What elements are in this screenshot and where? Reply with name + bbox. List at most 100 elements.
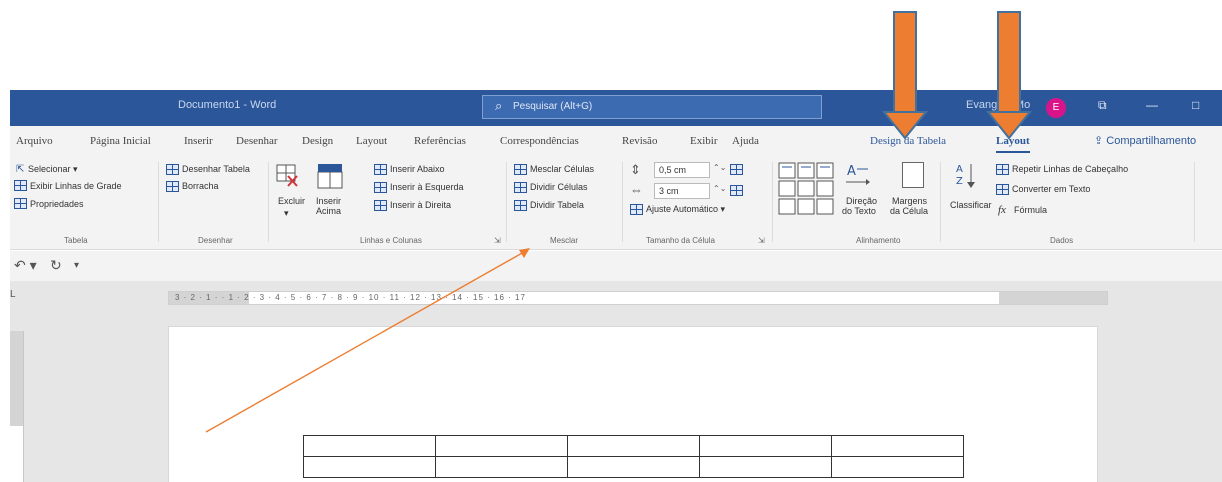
classificar-button[interactable]: Classificar [950, 200, 992, 210]
table-cell[interactable] [831, 456, 964, 478]
table-cell[interactable] [699, 456, 832, 478]
formula-button[interactable]: Fórmula [1014, 205, 1047, 215]
share-button[interactable]: ⇪ Compartilhamento [1094, 134, 1196, 147]
group-separator [772, 162, 773, 242]
dividir-celulas-button[interactable]: Dividir Células [530, 182, 588, 192]
tab-layout[interactable]: Layout [356, 135, 387, 147]
redo-icon[interactable]: ↻ [50, 257, 62, 274]
autofit-icon [630, 204, 643, 215]
direcao-texto-label-1[interactable]: Direção [846, 196, 877, 206]
group-tamanho-celula: Tamanho da Célula [646, 236, 715, 245]
table-cell[interactable] [435, 435, 568, 457]
minimize-icon[interactable]: — [1146, 98, 1158, 112]
ribbon-display-options-icon[interactable]: ⧉ [1098, 98, 1107, 113]
user-name[interactable]: Evangela Mo [966, 99, 1030, 111]
group-desenhar: Desenhar [198, 236, 233, 245]
tab-layout-tabela[interactable]: Layout [996, 135, 1030, 153]
table-cell[interactable] [831, 435, 964, 457]
search-icon: ⌕ [495, 98, 503, 113]
search-placeholder: Pesquisar (Alt+G) [513, 101, 593, 112]
split-table-icon [514, 200, 527, 211]
document-table[interactable] [303, 435, 964, 478]
share-icon: ⇪ [1094, 135, 1104, 147]
table-cell[interactable] [567, 435, 700, 457]
group-tabela: Tabela [64, 236, 88, 245]
ruler-numbers: 3 · 2 · 1 · · 1 · 2 · 3 · 4 · 5 · 6 · 7 … [175, 293, 526, 302]
inserir-abaixo-button[interactable]: Inserir Abaixo [390, 164, 445, 174]
table-cell[interactable] [699, 435, 832, 457]
vertical-ruler[interactable] [10, 331, 24, 482]
desenhar-tabela-button[interactable]: Desenhar Tabela [182, 164, 250, 174]
row-height-spinner[interactable]: ⌃⌄ [713, 163, 726, 172]
group-separator [506, 162, 507, 242]
table-cell[interactable] [435, 456, 568, 478]
tamanho-celula-launcher-icon[interactable]: ⇲ [758, 236, 765, 245]
customize-toolbar-icon[interactable]: ▾ [74, 260, 79, 271]
fx-icon: fx [998, 204, 1006, 216]
borracha-button[interactable]: Borracha [182, 181, 219, 191]
maximize-icon[interactable]: □ [1192, 98, 1199, 112]
tab-arquivo[interactable]: Arquivo [16, 135, 53, 147]
linhas-colunas-launcher-icon[interactable]: ⇲ [494, 236, 501, 245]
ajuste-automatico-button[interactable]: Ajuste Automático ▾ [646, 204, 725, 215]
avatar[interactable]: E [1046, 98, 1066, 118]
table-row [303, 456, 964, 478]
tab-revisao[interactable]: Revisão [622, 135, 657, 147]
margens-celula-label-1[interactable]: Margens [892, 196, 927, 206]
distribute-columns-icon[interactable] [730, 185, 743, 196]
tab-inserir[interactable]: Inserir [184, 135, 213, 147]
search-box[interactable]: ⌕ Pesquisar (Alt+G) [482, 95, 822, 119]
distribute-rows-icon[interactable] [730, 164, 743, 175]
column-width-spinner[interactable]: ⌃⌄ [713, 184, 726, 193]
convert-text-icon [996, 184, 1009, 195]
table-cell[interactable] [303, 456, 436, 478]
vertical-ruler-text-area [10, 426, 23, 482]
quick-access-toolbar: ↶ ▾ ↻ ▾ [10, 251, 1222, 281]
sort-icon: A Z [956, 164, 975, 188]
group-linhas-colunas: Linhas e Colunas [360, 236, 422, 245]
group-mesclar: Mesclar [550, 236, 579, 245]
tab-correspondencias[interactable]: Correspondências [500, 135, 579, 147]
tab-selector-icon[interactable]: L [10, 289, 16, 300]
document-workspace: L 3 · 2 · 1 · · 1 · 2 · 3 · 4 · 5 · 6 · … [10, 281, 1222, 482]
inserir-acima-label-1[interactable]: Inserir [316, 196, 341, 206]
propriedades-button[interactable]: Propriedades [30, 199, 84, 209]
undo-icon[interactable]: ↶ ▾ [14, 257, 37, 274]
row-height-field[interactable]: 0,5 cm [654, 162, 710, 178]
title-bar: Documento1 - Word ⌕ Pesquisar (Alt+G) Ev… [10, 90, 1222, 126]
dividir-tabela-button[interactable]: Dividir Tabela [530, 200, 584, 210]
screenshot-stage: Documento1 - Word ⌕ Pesquisar (Alt+G) Ev… [0, 0, 1222, 482]
direcao-texto-label-2[interactable]: do Texto [842, 206, 876, 216]
excluir-button[interactable]: Excluir [278, 196, 305, 206]
properties-icon [14, 198, 27, 209]
column-width-field[interactable]: 3 cm [654, 183, 710, 199]
selecionar-button[interactable]: Selecionar ▾ [28, 164, 78, 175]
repetir-linhas-button[interactable]: Repetir Linhas de Cabeçalho [1012, 164, 1128, 174]
mesclar-celulas-button[interactable]: Mesclar Células [530, 164, 594, 174]
tab-design[interactable]: Design [302, 135, 333, 147]
tab-ajuda[interactable]: Ajuda [732, 135, 759, 147]
tab-pagina-inicial[interactable]: Página Inicial [90, 135, 151, 147]
tab-design-da-tabela[interactable]: Design da Tabela [870, 135, 946, 147]
insert-below-icon [374, 164, 387, 175]
margens-celula-label-2[interactable]: da Célula [890, 206, 928, 216]
group-separator [268, 162, 269, 242]
horizontal-ruler[interactable]: 3 · 2 · 1 · · 1 · 2 · 3 · 4 · 5 · 6 · 7 … [168, 291, 1108, 305]
tab-referencias[interactable]: Referências [414, 135, 466, 147]
inserir-acima-label-2[interactable]: Acima [316, 206, 341, 216]
document-page[interactable] [168, 326, 1098, 482]
alignment-grid-icon[interactable] [778, 162, 838, 216]
table-cell[interactable] [567, 456, 700, 478]
tab-exibir[interactable]: Exibir [690, 135, 718, 147]
inserir-esquerda-button[interactable]: Inserir à Esquerda [390, 182, 464, 192]
tab-desenhar[interactable]: Desenhar [236, 135, 278, 147]
merge-cells-icon [514, 164, 527, 175]
group-alinhamento: Alinhamento [856, 236, 901, 245]
excluir-caret-icon[interactable]: ▾ [284, 208, 289, 219]
converter-texto-button[interactable]: Converter em Texto [1012, 184, 1090, 194]
table-cell[interactable] [303, 435, 436, 457]
grid-icon [14, 180, 27, 191]
row-height-icon: ⇕ [630, 162, 641, 177]
inserir-direita-button[interactable]: Inserir à Direita [390, 200, 451, 210]
exibir-linhas-button[interactable]: Exibir Linhas de Grade [30, 181, 122, 191]
